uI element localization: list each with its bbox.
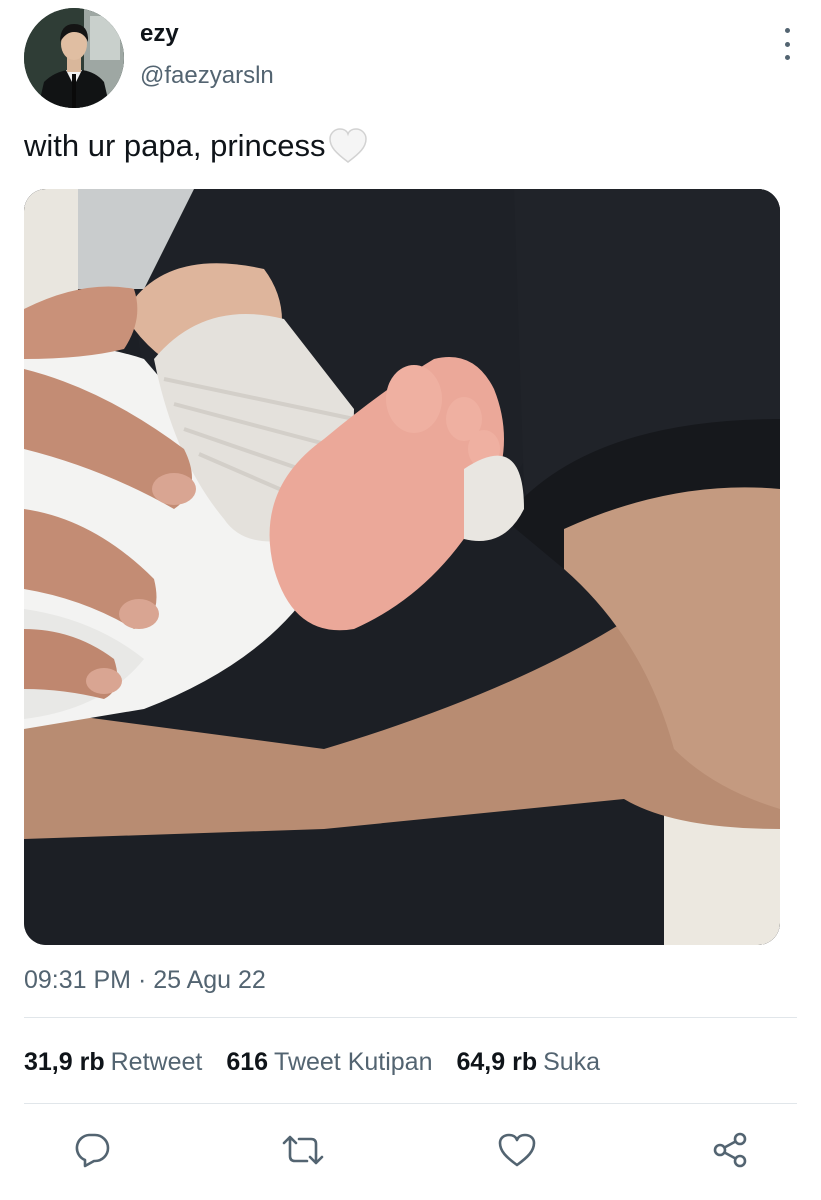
retweet-label: Retweet [110,1048,203,1076]
tweet-timestamp[interactable]: 09:31 PM · 25 Agu 22 [24,964,266,996]
tweet-actions-bar [0,1128,821,1174]
tweet-stats: 31,9 rb Retweet 616 Tweet Kutipan 64,9 rb S… [24,1044,600,1080]
profile-photo [24,8,124,108]
quote-tweet-count: 616 [226,1048,269,1076]
quote-tweet-stat[interactable]: 616 Tweet Kutipan [226,1044,432,1080]
photo-of-father-holding-baby [24,189,780,945]
share-icon [713,1132,747,1168]
quote-tweet-label: Tweet Kutipan [274,1048,433,1076]
tweet-media-photo[interactable] [24,189,780,945]
share-button[interactable] [708,1128,752,1172]
like-icon [498,1133,536,1167]
like-count: 64,9 rb [456,1048,538,1076]
tweet-text-content: with ur papa, princess [24,128,326,163]
like-button[interactable] [495,1128,539,1172]
reply-button[interactable] [70,1128,114,1172]
tweet-text: with ur papa, princess [24,126,368,166]
white-heart-emoji [328,127,368,165]
divider [24,1103,797,1104]
like-stat[interactable]: 64,9 rb Suka [456,1044,600,1080]
retweet-count: 31,9 rb [24,1048,105,1076]
reply-icon [75,1133,110,1168]
user-handle[interactable]: @faezyarsln [140,62,274,90]
tweet-header: ezy @faezyarsln [24,8,804,108]
retweet-button[interactable] [281,1128,325,1172]
more-options-icon[interactable] [780,28,794,60]
like-label: Suka [543,1048,601,1076]
divider [24,1017,797,1018]
display-name[interactable]: ezy [140,20,274,48]
retweet-stat[interactable]: 31,9 rb Retweet [24,1044,202,1080]
avatar[interactable] [24,8,124,108]
retweet-icon [282,1135,324,1165]
